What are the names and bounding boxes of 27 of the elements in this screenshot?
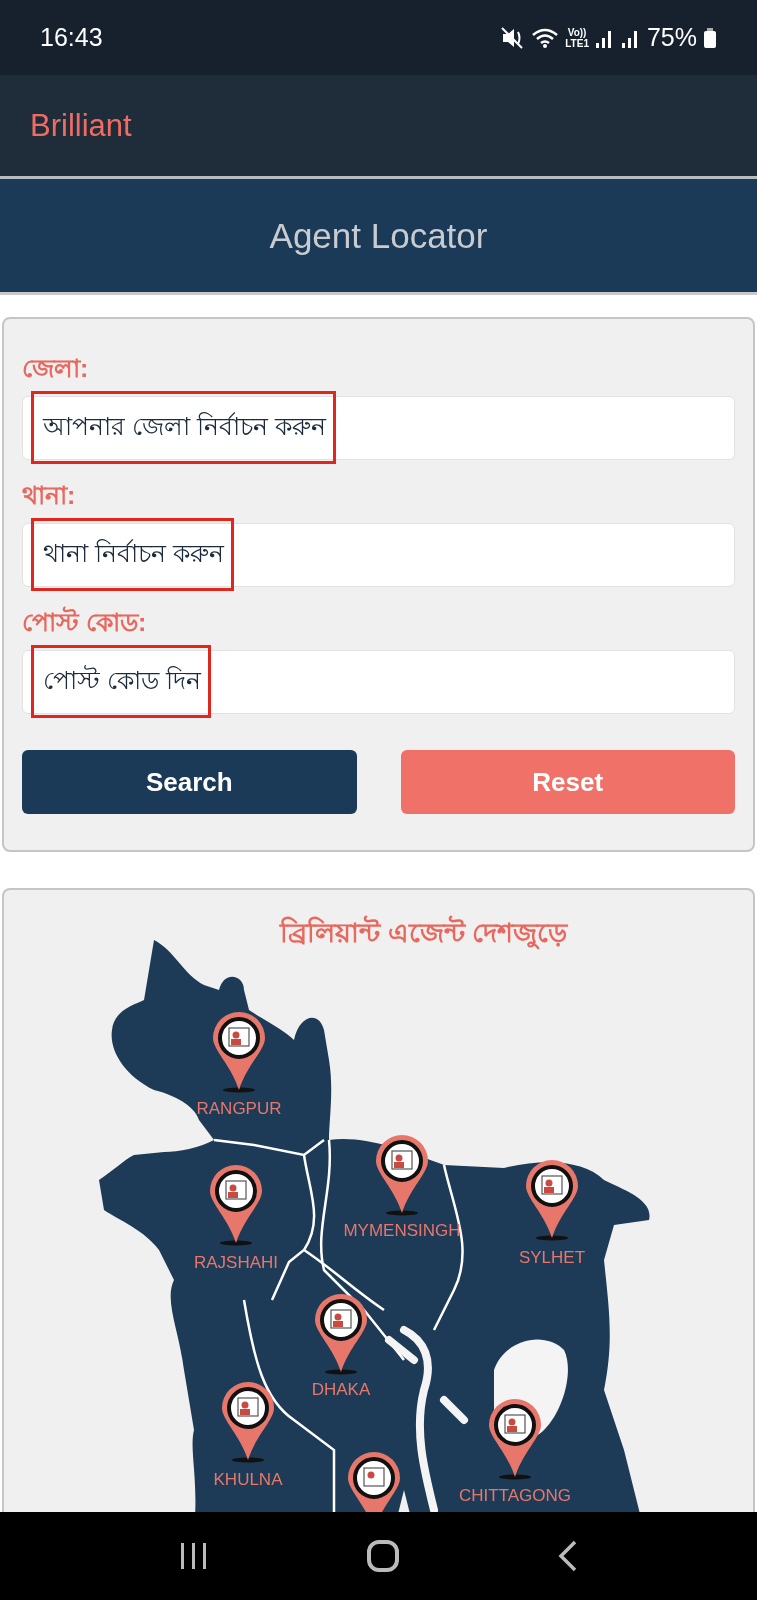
map-pin-icon bbox=[526, 1160, 578, 1241]
page-title: Agent Locator bbox=[269, 215, 488, 256]
wifi-icon bbox=[531, 26, 560, 49]
division-label: CHITTAGONG bbox=[458, 1486, 572, 1505]
division-label: MYMENSINGH bbox=[343, 1221, 461, 1240]
map-pin-icon bbox=[210, 1165, 262, 1246]
field-label: থানা: bbox=[22, 480, 77, 511]
division-label: RAJSHAHI bbox=[193, 1253, 279, 1272]
division-label: SYLHET bbox=[518, 1248, 586, 1267]
division-label: RANGPUR bbox=[196, 1099, 282, 1118]
map-pin-icon bbox=[489, 1399, 541, 1480]
battery-icon bbox=[703, 26, 717, 49]
field-label: জেলা: bbox=[22, 353, 90, 384]
home-icon[interactable] bbox=[366, 1539, 401, 1573]
battery-level: 75% bbox=[646, 23, 697, 52]
field-label: পোস্ট কোড: bbox=[22, 605, 148, 638]
division-label: DHAKA bbox=[311, 1380, 371, 1399]
back-icon[interactable] bbox=[556, 1540, 579, 1572]
map-pin-icon bbox=[213, 1012, 265, 1093]
form-button[interactable]: Search bbox=[22, 750, 357, 814]
division-label: KHULNA bbox=[213, 1470, 283, 1489]
volte-label: Vo)) LTE1 bbox=[565, 26, 589, 49]
clock: 16:43 bbox=[40, 23, 103, 52]
map-pin-icon bbox=[222, 1382, 274, 1463]
map-pin-icon bbox=[315, 1294, 367, 1375]
map-pin-icon bbox=[376, 1135, 428, 1216]
app-title: Brilliant bbox=[30, 107, 132, 144]
